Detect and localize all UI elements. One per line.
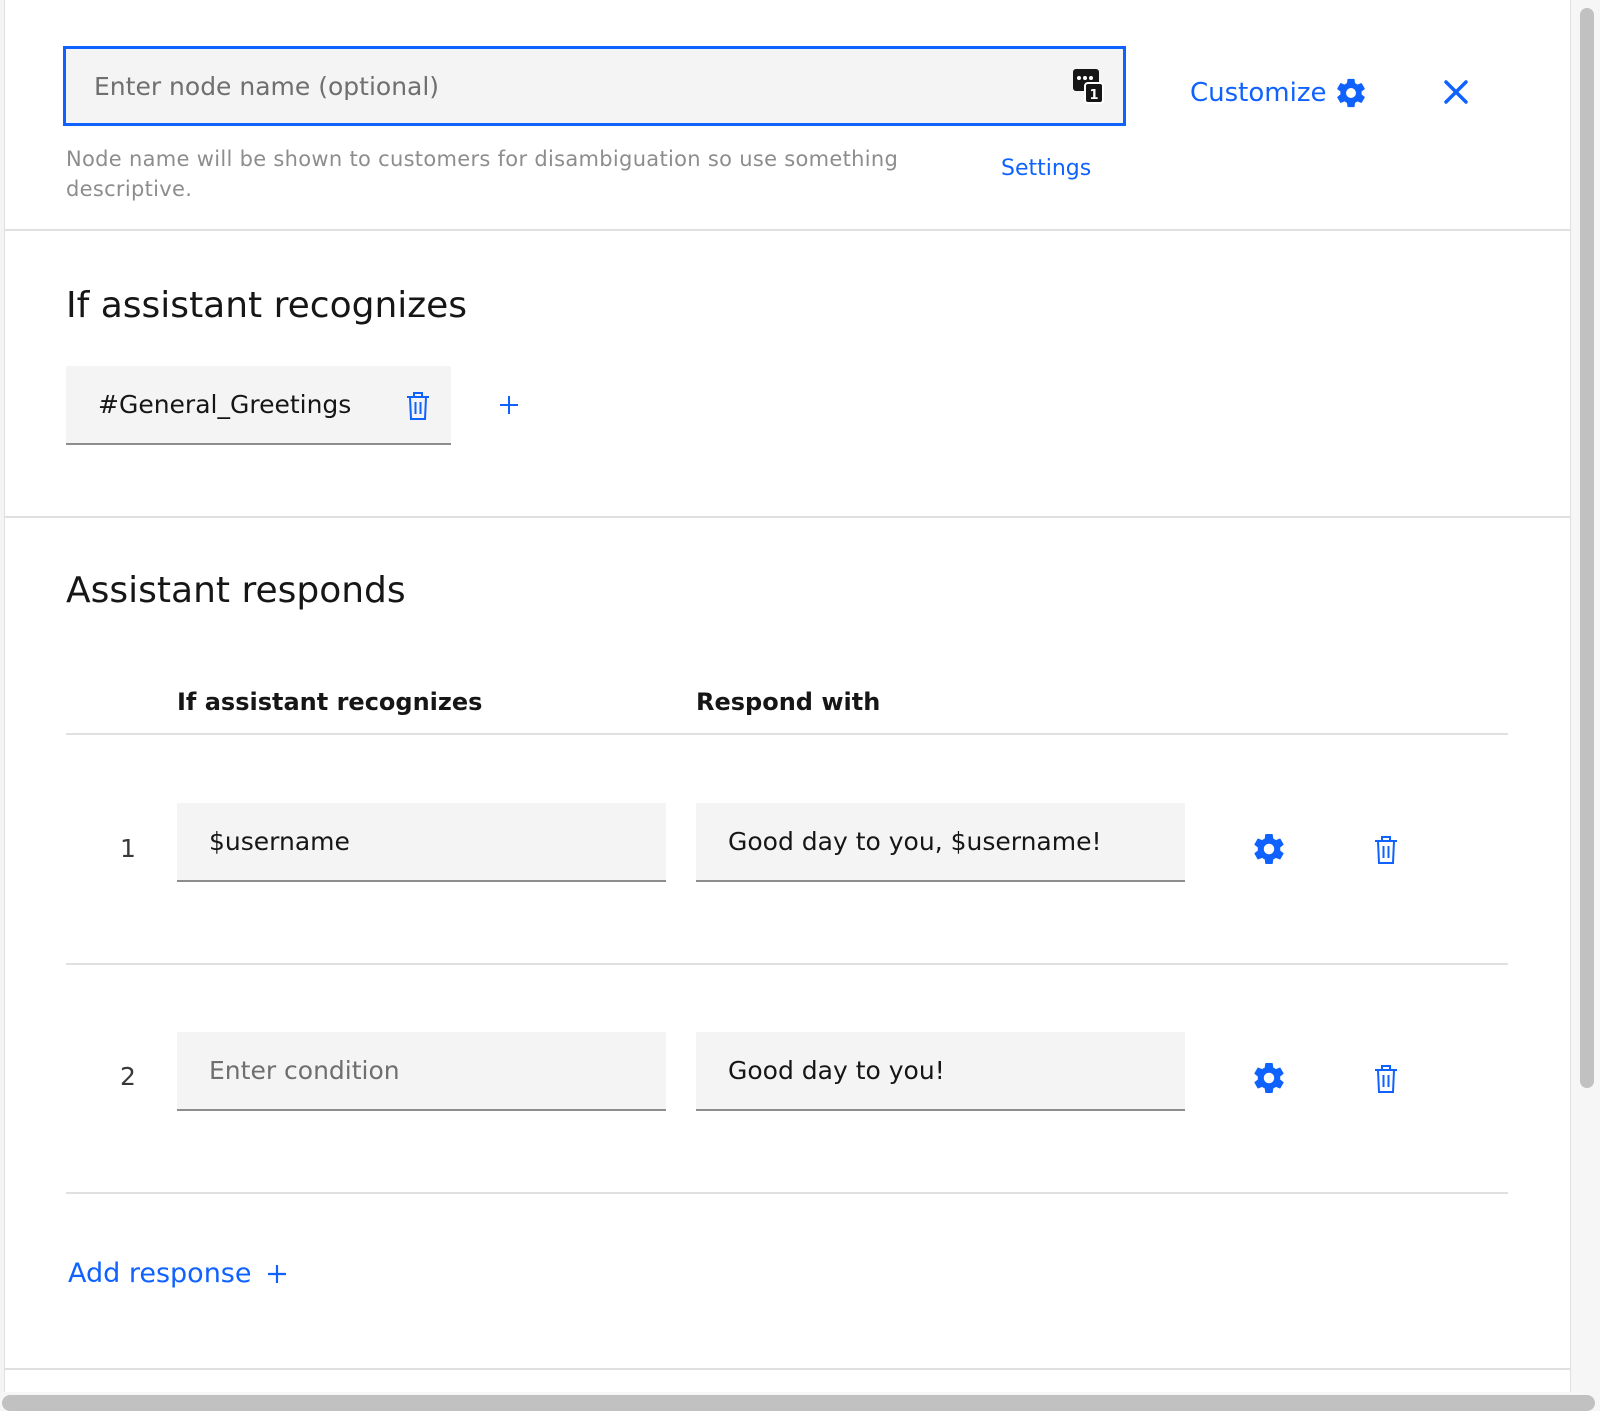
gear-icon[interactable] <box>1251 1060 1287 1096</box>
condition-tag[interactable]: #General_Greetings <box>66 366 451 445</box>
horizontal-scrollbar-thumb[interactable] <box>2 1395 1595 1411</box>
trash-icon[interactable] <box>1371 834 1401 866</box>
section-divider <box>4 1368 1570 1370</box>
column-header-response: Respond with <box>696 688 881 716</box>
add-condition-plus-icon[interactable] <box>496 392 522 418</box>
add-response-label: Add response <box>68 1258 252 1289</box>
response-field[interactable]: Good day to you, $username! <box>696 803 1185 882</box>
vertical-scrollbar-thumb[interactable] <box>1580 8 1594 1088</box>
column-header-condition: If assistant recognizes <box>177 688 483 716</box>
condition-tag-label: #General_Greetings <box>98 390 352 419</box>
settings-link[interactable]: Settings <box>1001 156 1091 181</box>
responds-section-title: Assistant responds <box>66 570 406 611</box>
svg-text:1: 1 <box>1089 88 1098 103</box>
recognizes-section-title: If assistant recognizes <box>66 285 468 326</box>
node-name-helper-text: Node name will be shown to customers for… <box>66 147 899 201</box>
table-header-divider <box>66 733 1508 735</box>
node-badge-icon: 1 <box>1073 69 1104 104</box>
section-divider <box>4 229 1570 231</box>
close-icon[interactable] <box>1438 74 1474 110</box>
trash-icon[interactable] <box>403 390 433 422</box>
row-number: 2 <box>120 1062 136 1091</box>
section-divider <box>4 516 1570 518</box>
add-response-button[interactable]: Add response <box>68 1258 288 1289</box>
condition-field[interactable]: $username <box>177 803 666 882</box>
customize-label: Customize <box>1190 78 1327 108</box>
trash-icon[interactable] <box>1371 1063 1401 1095</box>
table-row-divider <box>66 963 1508 965</box>
table-row-divider <box>66 1192 1508 1194</box>
node-name-field[interactable]: 1 <box>63 46 1126 126</box>
plus-icon <box>267 1264 286 1283</box>
gear-icon[interactable] <box>1251 831 1287 867</box>
condition-field[interactable]: Enter condition <box>177 1032 666 1111</box>
node-name-input[interactable] <box>66 49 1123 123</box>
row-number: 1 <box>120 834 136 863</box>
customize-button[interactable]: Customize <box>1190 76 1368 110</box>
gear-icon <box>1337 78 1366 108</box>
response-field[interactable]: Good day to you! <box>696 1032 1185 1111</box>
